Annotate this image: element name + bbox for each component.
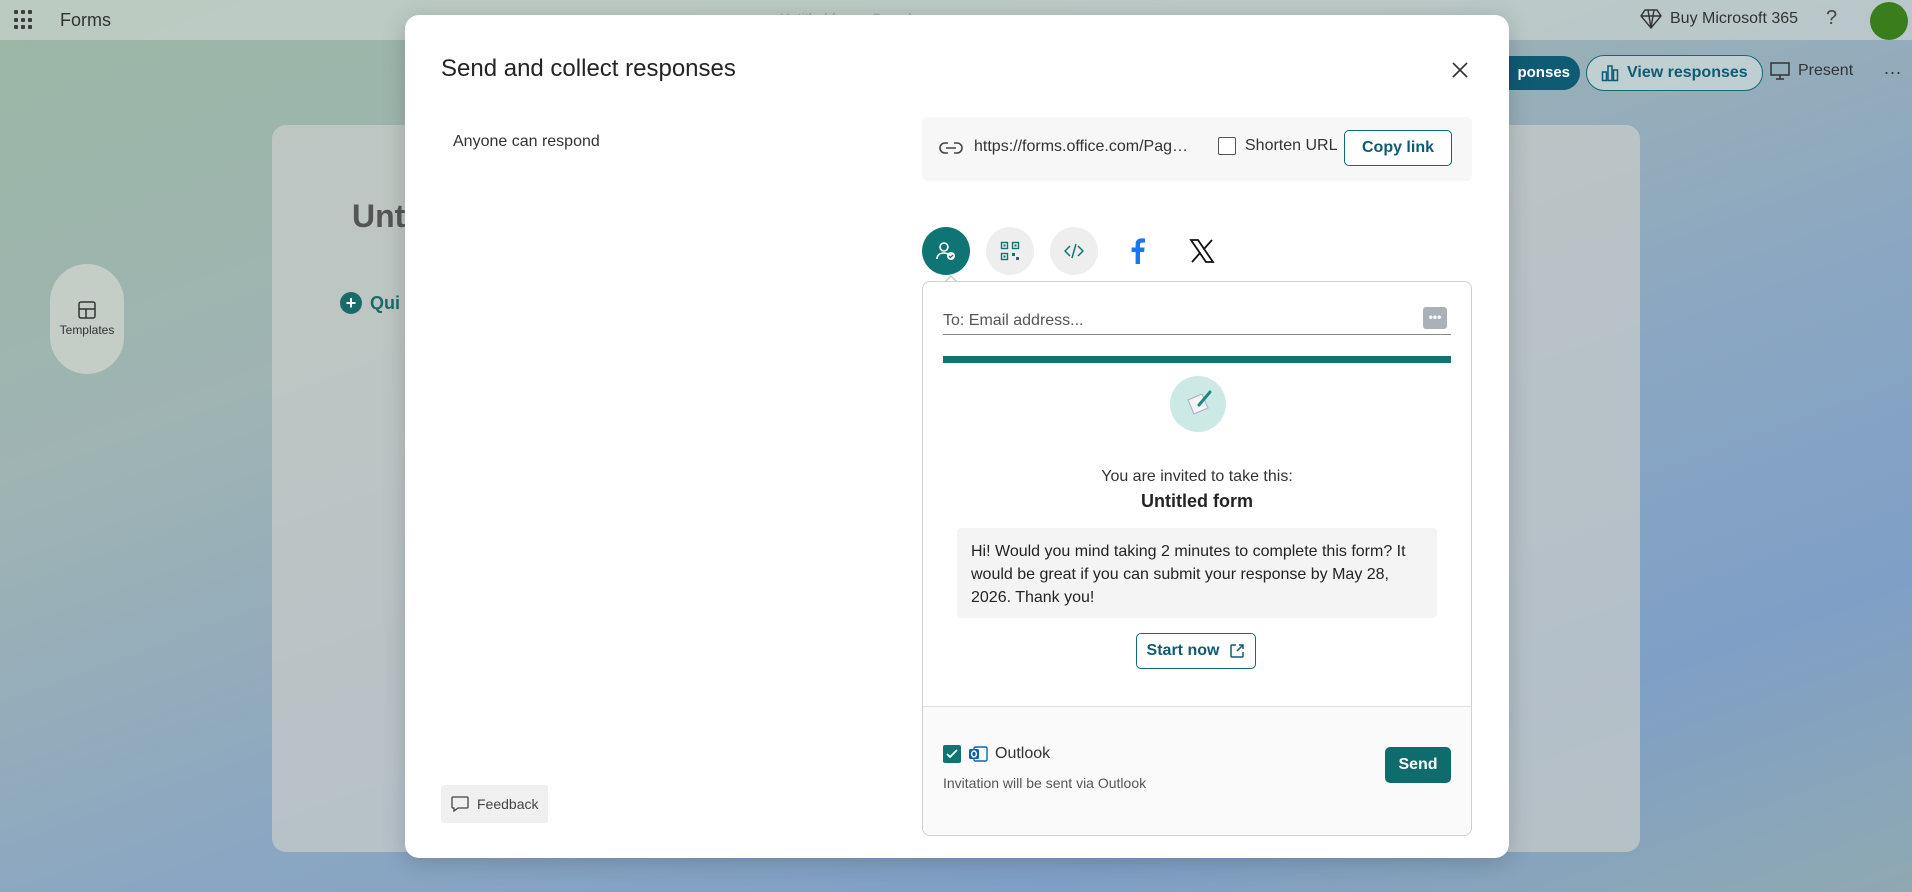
theme-accent-bar [943,356,1451,363]
outlook-icon [969,746,988,762]
open-external-icon [1230,644,1245,658]
present-button[interactable]: Present [1770,62,1853,80]
shorten-url-checkbox[interactable]: Shorten URL [1218,137,1338,155]
present-icon [1770,62,1790,80]
templates-label: Templates [59,323,115,337]
invite-icon[interactable] [922,227,970,275]
buy-microsoft-button[interactable]: Buy Microsoft 365 [1640,9,1798,29]
shorten-url-box[interactable] [1218,137,1236,155]
start-now-button[interactable]: Start now [1136,633,1256,669]
outlook-checkbox[interactable]: Outlook [943,744,1050,764]
plus-icon: + [340,292,362,314]
send-button[interactable]: Send [1385,747,1451,783]
qr-code-icon[interactable] [986,227,1034,275]
templates-icon [78,301,96,319]
outlook-checkbox-box[interactable] [943,745,961,763]
shorten-url-label: Shorten URL [1245,137,1338,154]
view-responses-button[interactable]: View responses [1586,55,1763,91]
quick-start-button[interactable]: + Qui [340,292,400,314]
invitation-icon [1170,376,1226,432]
link-icon [939,142,963,154]
feedback-icon [451,796,469,812]
email-invite-panel: ••• You are invited to take this: Untitl… [922,281,1472,836]
form-link-url[interactable]: https://forms.office.com/Pages/ResponseP… [974,138,1192,156]
invitation-text: You are invited to take this: [1101,468,1293,485]
send-dialog: Send and collect responses Anyone can re… [405,15,1509,858]
diamond-icon [1640,9,1662,29]
link-panel: https://forms.office.com/Pages/ResponseP… [922,117,1472,181]
invitation-message[interactable]: Hi! Would you mind taking 2 minutes to c… [957,528,1437,618]
start-now-label: Start now [1146,642,1220,659]
permission-dropdown[interactable]: Anyone can respond [453,133,600,151]
send-footer: Outlook Invitation will be sent via Outl… [923,706,1471,835]
facebook-icon[interactable] [1114,227,1162,275]
buy-label: Buy Microsoft 365 [1670,10,1799,27]
app-name[interactable]: Forms [60,10,111,31]
avatar[interactable] [1870,2,1908,40]
more-options-icon[interactable]: ... [1884,58,1902,79]
dialog-title: Send and collect responses [441,55,736,82]
templates-button[interactable]: Templates [50,264,124,374]
more-contacts-button[interactable]: ••• [1423,307,1447,329]
outlook-label: Outlook [995,745,1051,762]
view-responses-label: View responses [1627,64,1748,81]
embed-code-icon[interactable] [1050,227,1098,275]
email-recipient-input[interactable] [943,308,1451,335]
feedback-label: Feedback [477,796,539,812]
help-icon[interactable]: ? [1826,7,1837,30]
feedback-button[interactable]: Feedback [441,785,549,823]
app-launcher-icon[interactable] [14,10,34,30]
outlook-note: Invitation will be sent via Outlook [943,775,1147,791]
quick-start-label: Qui [370,292,400,313]
copy-link-button[interactable]: Copy link [1344,130,1452,166]
form-title-background: Unt [352,198,406,234]
present-label: Present [1798,62,1854,79]
chart-icon [1601,65,1619,82]
x-icon[interactable] [1178,227,1226,275]
close-icon[interactable] [1445,55,1475,85]
invitation-form-title: Untitled form [1141,491,1253,511]
